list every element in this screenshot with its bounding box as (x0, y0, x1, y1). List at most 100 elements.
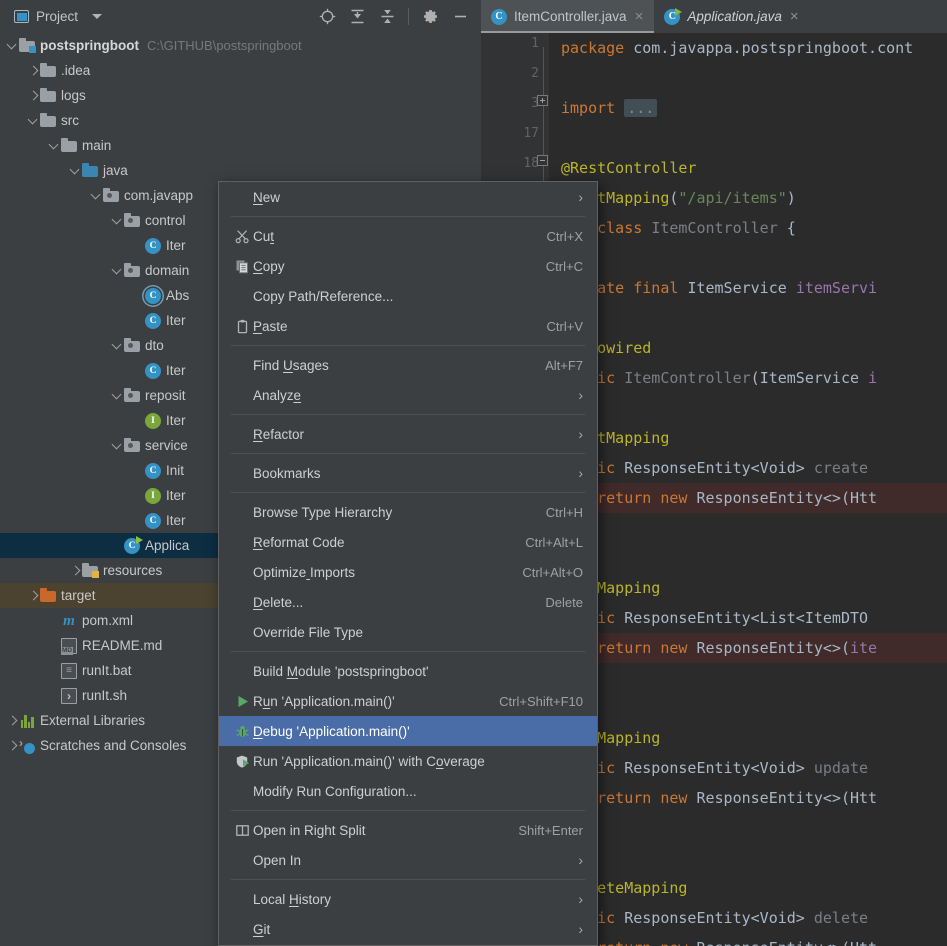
gear-icon[interactable] (415, 2, 445, 32)
fold-collapse-icon[interactable] (537, 155, 548, 166)
debug-bug-icon (231, 724, 253, 739)
menu-item-git[interactable]: Git › (219, 914, 597, 944)
menu-item-new[interactable]: New › (219, 182, 597, 212)
chevron-down-icon[interactable] (69, 164, 82, 177)
tree-row-java[interactable]: java (0, 158, 481, 183)
menu-item-label: Local History (253, 891, 332, 907)
java-class-icon: C (145, 312, 161, 329)
menu-item-analyze[interactable]: Analyze › (219, 380, 597, 410)
tree-row-idea[interactable]: .idea (0, 58, 481, 83)
chevron-down-icon[interactable] (111, 214, 124, 227)
folded-import-placeholder[interactable]: ... (624, 99, 658, 117)
menu-separator (231, 453, 585, 454)
code-token: itemServi (795, 279, 878, 297)
tab-itemcontroller-java[interactable]: C ItemController.java × (481, 0, 655, 33)
folder-icon (61, 138, 77, 152)
menu-item-copy-path-reference[interactable]: Copy Path/Reference... (219, 281, 597, 311)
chevron-down-icon[interactable] (90, 189, 103, 202)
project-icon (14, 10, 29, 23)
chevron-right-icon: › (578, 852, 583, 868)
tab-application-java[interactable]: C Application.java × (654, 0, 809, 33)
tree-row-label: main (82, 138, 112, 153)
java-class-icon: C (145, 512, 161, 529)
package-icon (124, 388, 140, 402)
java-interface-icon: I (145, 487, 161, 504)
chevron-right-icon[interactable] (27, 589, 40, 602)
chevron-right-icon[interactable] (6, 714, 19, 727)
line-number: 17 (523, 126, 539, 141)
code-token: ResponseEntity<List<ItemDTO (624, 609, 869, 627)
menu-item-browse-type-hierarchy[interactable]: Browse Type Hierarchy Ctrl+H (219, 497, 597, 527)
context-menu[interactable]: New › Cut Ctrl+X Copy Ctrl+C Copy Path/Referen… (218, 181, 598, 946)
folder-icon (40, 63, 56, 77)
tree-row-label: Init (166, 463, 185, 478)
chevron-down-icon[interactable] (111, 264, 124, 277)
menu-item-find-usages[interactable]: Find Usages Alt+F7 (219, 350, 597, 380)
tree-row-label: dto (145, 338, 164, 353)
menu-item-cut[interactable]: Cut Ctrl+X (219, 221, 597, 251)
chevron-down-icon[interactable] (27, 114, 40, 127)
locate-icon[interactable] (312, 2, 342, 32)
fold-region-line (543, 166, 544, 182)
menu-item-shortcut: Ctrl+Alt+O (522, 564, 583, 580)
chevron-down-icon[interactable] (48, 139, 61, 152)
close-icon[interactable]: × (789, 9, 800, 24)
chevron-down-icon[interactable] (111, 339, 124, 352)
menu-item-open-in-right-split[interactable]: Open in Right Split Shift+Enter (219, 815, 597, 845)
collapse-all-icon[interactable] (372, 2, 402, 32)
menu-item-label: New (253, 189, 281, 205)
code-line: public ResponseEntity<List<ItemDTO (561, 603, 868, 633)
java-class-icon: C (145, 237, 161, 254)
code-token: ) (786, 189, 796, 207)
menu-item-local-history[interactable]: Local History › (219, 884, 597, 914)
menu-item-reformat-code[interactable]: Reformat Code Ctrl+Alt+L (219, 527, 597, 557)
menu-item-label: Run 'Application.main()' (253, 693, 395, 709)
project-tool-window-button[interactable]: Project (0, 9, 78, 24)
menu-item-label: Cut (253, 228, 275, 244)
chevron-down-icon[interactable] (111, 439, 124, 452)
chevron-right-icon[interactable] (27, 64, 40, 77)
menu-item-delete[interactable]: Delete... Delete (219, 587, 597, 617)
tree-row-logs[interactable]: logs (0, 83, 481, 108)
chevron-right-icon[interactable] (27, 89, 40, 102)
tree-row-src[interactable]: src (0, 108, 481, 133)
tree-row-label: target (61, 588, 96, 603)
package-icon (124, 213, 140, 227)
menu-item-bookmarks[interactable]: Bookmarks › (219, 458, 597, 488)
menu-item-run-application-main[interactable]: Run 'Application.main()' Ctrl+Shift+F10 (219, 686, 597, 716)
tree-row-main[interactable]: main (0, 133, 481, 158)
chevron-right-icon: › (578, 189, 583, 205)
code-text[interactable]: package com.javappa.postspringboot.cont i… (549, 33, 947, 946)
minimize-icon[interactable] (445, 2, 475, 32)
menu-item-debug-application-main[interactable]: Debug 'Application.main()' (219, 716, 597, 746)
menu-item-override-file-type[interactable]: Override File Type (219, 617, 597, 647)
expand-all-icon[interactable] (342, 2, 372, 32)
chevron-down-icon[interactable] (6, 39, 19, 52)
menu-item-paste[interactable]: Paste Ctrl+V (219, 311, 597, 341)
menu-item-build-module-postspringboot[interactable]: Build Module 'postspringboot' (219, 656, 597, 686)
menu-item-copy[interactable]: Copy Ctrl+C (219, 251, 597, 281)
chevron-down-icon[interactable] (92, 14, 103, 19)
menu-item-modify-run-configuration[interactable]: Modify Run Configuration... (219, 776, 597, 806)
chevron-right-icon[interactable] (69, 564, 82, 577)
code-token: delete (813, 909, 869, 927)
close-icon[interactable]: × (634, 9, 645, 24)
tree-row-root[interactable]: postspringboot C:\GITHUB\postspringboot (0, 33, 481, 58)
code-token: ( (840, 639, 850, 657)
fold-expand-icon[interactable] (537, 95, 548, 106)
project-toolbar: Project (0, 0, 481, 33)
menu-item-open-in[interactable]: Open In › (219, 845, 597, 875)
menu-item-run-application-main-with-coverage[interactable]: Run 'Application.main()' with Coverage (219, 746, 597, 776)
chevron-right-icon: › (578, 891, 583, 907)
chevron-right-icon[interactable] (6, 739, 19, 752)
code-token: ItemService (687, 279, 796, 297)
chevron-right-icon: › (578, 921, 583, 937)
menu-item-refactor[interactable]: Refactor › (219, 419, 597, 449)
code-token: ItemService (759, 369, 869, 387)
chevron-down-icon[interactable] (111, 389, 124, 402)
menu-item-optimize-imports[interactable]: Optimize Imports Ctrl+Alt+O (219, 557, 597, 587)
